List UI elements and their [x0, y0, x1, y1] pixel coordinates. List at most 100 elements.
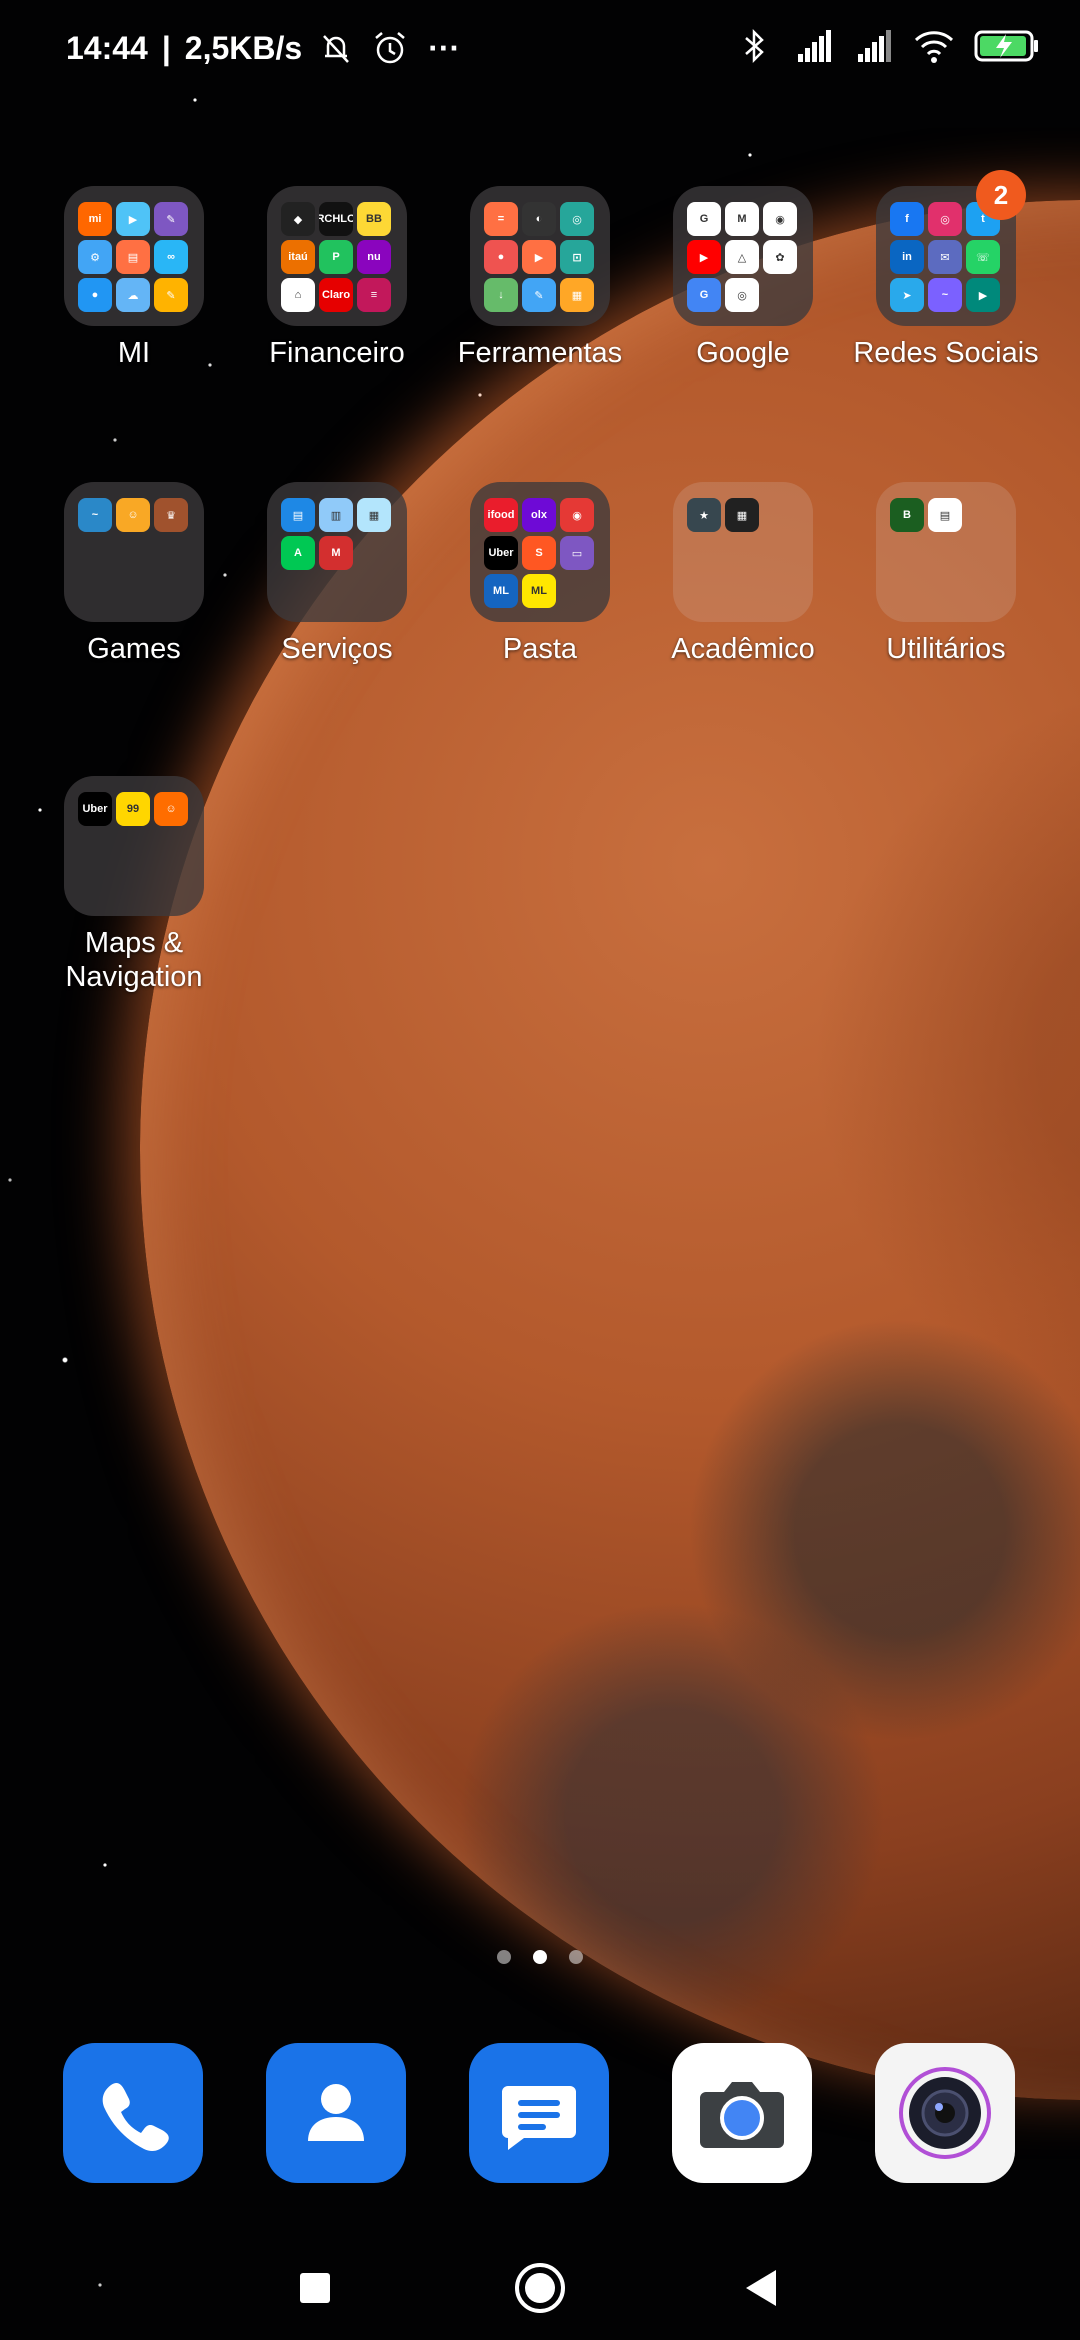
mini-app-icon: in	[890, 240, 924, 274]
mini-app-icon: ▶	[687, 240, 721, 274]
mini-app-icon: ♛	[154, 498, 188, 532]
folder-label: Ferramentas	[457, 337, 623, 369]
folder-icon: B ▤	[876, 482, 1016, 622]
mini-app-icon: G	[687, 202, 721, 236]
dock-messages-app[interactable]	[469, 2043, 609, 2183]
folder-icon: ifood olx ◉ Uber S ▭ ML ML	[470, 482, 610, 622]
folder-redes-sociais[interactable]: 2 f ◎ t in ✉ ☏ ➤ ~ ▶ Redes Sociais	[846, 170, 1046, 370]
folder-label: Financeiro	[269, 337, 405, 369]
mini-app-icon: ☺	[154, 792, 188, 826]
mini-app-icon: ✎	[522, 278, 556, 312]
navigation-bar	[0, 2240, 1080, 2340]
mini-app-icon: Uber	[78, 792, 112, 826]
mini-app-icon: =	[484, 202, 518, 236]
folder-games[interactable]: ~ ☺ ♛ Games	[34, 482, 234, 666]
folder-ferramentas[interactable]: = ◐ ◎ ● ▶ ⊡ ↓ ✎ ▦ Ferramentas	[440, 186, 640, 370]
signal-icon	[858, 30, 891, 62]
page-indicator	[0, 1950, 1080, 1964]
mini-app-icon: ▦	[725, 498, 759, 532]
mini-app-icon: A	[281, 536, 315, 570]
folder-label: Google	[696, 337, 790, 369]
recents-button[interactable]	[285, 2258, 345, 2318]
mini-app-icon: mi	[78, 202, 112, 236]
mini-app-icon: ●	[78, 278, 112, 312]
mini-app-icon: ◎	[928, 202, 962, 236]
mini-app-icon: ☁	[116, 278, 150, 312]
folder-label: Serviços	[281, 633, 393, 665]
page-dot[interactable]	[569, 1950, 583, 1964]
square-icon	[300, 2273, 330, 2303]
mini-app-icon: Claro	[319, 278, 353, 312]
mini-app-icon: M	[725, 202, 759, 236]
network-speed: 2,5KB/s	[184, 29, 303, 66]
mini-app-icon: ~	[78, 498, 112, 532]
mini-app-icon: ▶	[966, 278, 1000, 312]
mini-app-icon: ▦	[357, 498, 391, 532]
folder-icon: Uber 99 ☺	[64, 776, 204, 916]
status-time: 14:44	[66, 29, 148, 66]
notification-badge: 2	[976, 170, 1026, 220]
folder-financeiro[interactable]: ◆ RCHLO BB itaú Pnu ⌂ Claro ≡ Financeiro	[237, 186, 437, 370]
mini-app-icon: ML	[484, 574, 518, 608]
mini-app-icon: ↓	[484, 278, 518, 312]
lens-icon	[899, 2067, 991, 2159]
camera-icon	[700, 2082, 784, 2148]
mini-app-icon: ✎	[154, 202, 188, 236]
mini-app-icon: ⌂	[281, 278, 315, 312]
page-dot-active[interactable]	[533, 1950, 547, 1964]
back-button[interactable]	[730, 2258, 790, 2318]
mini-app-icon: ~	[928, 278, 962, 312]
mini-app-icon: ≡	[357, 278, 391, 312]
folder-icon: = ◐ ◎ ● ▶ ⊡ ↓ ✎ ▦	[470, 186, 610, 326]
home-button[interactable]	[510, 2258, 570, 2318]
home-circle-icon	[515, 2263, 565, 2313]
folder-label: Maps & Navigation	[65, 927, 203, 993]
folder-mi[interactable]: mi ▶ ✎ ⚙ ▤ ∞ ● ☁ ✎ MI	[34, 186, 234, 370]
mini-app-icon: P	[319, 240, 353, 274]
mini-app-icon: ◆	[281, 202, 315, 236]
dock-mi-camera-app[interactable]	[875, 2043, 1015, 2183]
mini-app-icon: RCHLO	[319, 202, 353, 236]
mini-app-icon: △	[725, 240, 759, 274]
mini-app-icon: M	[319, 536, 353, 570]
mini-app-icon: ●	[484, 240, 518, 274]
more-dots: ···	[428, 29, 461, 66]
mini-app-icon: ☺	[116, 498, 150, 532]
status-separator: |	[161, 29, 171, 66]
folder-google[interactable]: G M ◉ ▶ △ ✿ G ◎ Google	[643, 186, 843, 370]
mini-app-icon: ✿	[763, 240, 797, 274]
folder-label: Games	[87, 633, 181, 665]
page-dot[interactable]	[497, 1950, 511, 1964]
mini-app-icon: ▤	[281, 498, 315, 532]
folder-utilitarios[interactable]: B ▤ Utilitários	[846, 482, 1046, 666]
mini-app-icon: ◉	[560, 498, 594, 532]
folder-icon: mi ▶ ✎ ⚙ ▤ ∞ ● ☁ ✎	[64, 186, 204, 326]
folder-label: Redes Sociais	[853, 337, 1039, 369]
dock-phone-app[interactable]	[63, 2043, 203, 2183]
folder-academico[interactable]: ★ ▦ Acadêmico	[643, 482, 843, 666]
mini-app-icon: ▥	[319, 498, 353, 532]
mini-app-icon: ☏	[966, 240, 1000, 274]
folder-icon: ▤ ▥ ▦ A M	[267, 482, 407, 622]
folder-pasta[interactable]: ifood olx ◉ Uber S ▭ ML ML Pasta	[440, 482, 640, 666]
mini-app-icon: ▤	[116, 240, 150, 274]
person-icon	[308, 2084, 364, 2141]
mini-app-icon: 99	[116, 792, 150, 826]
mini-app-icon: ◉	[763, 202, 797, 236]
dock-camera-app[interactable]	[672, 2043, 812, 2183]
folder-maps-navigation[interactable]: Uber 99 ☺ Maps & Navigation	[34, 776, 234, 994]
mini-app-icon: olx	[522, 498, 556, 532]
signal-icon	[798, 30, 831, 62]
mini-app-icon: f	[890, 202, 924, 236]
mini-app-icon: ⚙	[78, 240, 112, 274]
mini-app-icon: ▶	[116, 202, 150, 236]
mini-app-icon: ▶	[522, 240, 556, 274]
mini-app-icon: B	[890, 498, 924, 532]
folder-icon: G M ◉ ▶ △ ✿ G ◎	[673, 186, 813, 326]
mini-app-icon: ML	[522, 574, 556, 608]
dock-contacts-app[interactable]	[266, 2043, 406, 2183]
mute-bell-icon	[323, 35, 350, 63]
folder-servicos[interactable]: ▤ ▥ ▦ A M Serviços	[237, 482, 437, 666]
folder-icon: 2 f ◎ t in ✉ ☏ ➤ ~ ▶	[876, 170, 1026, 326]
mini-app-icon: ★	[687, 498, 721, 532]
